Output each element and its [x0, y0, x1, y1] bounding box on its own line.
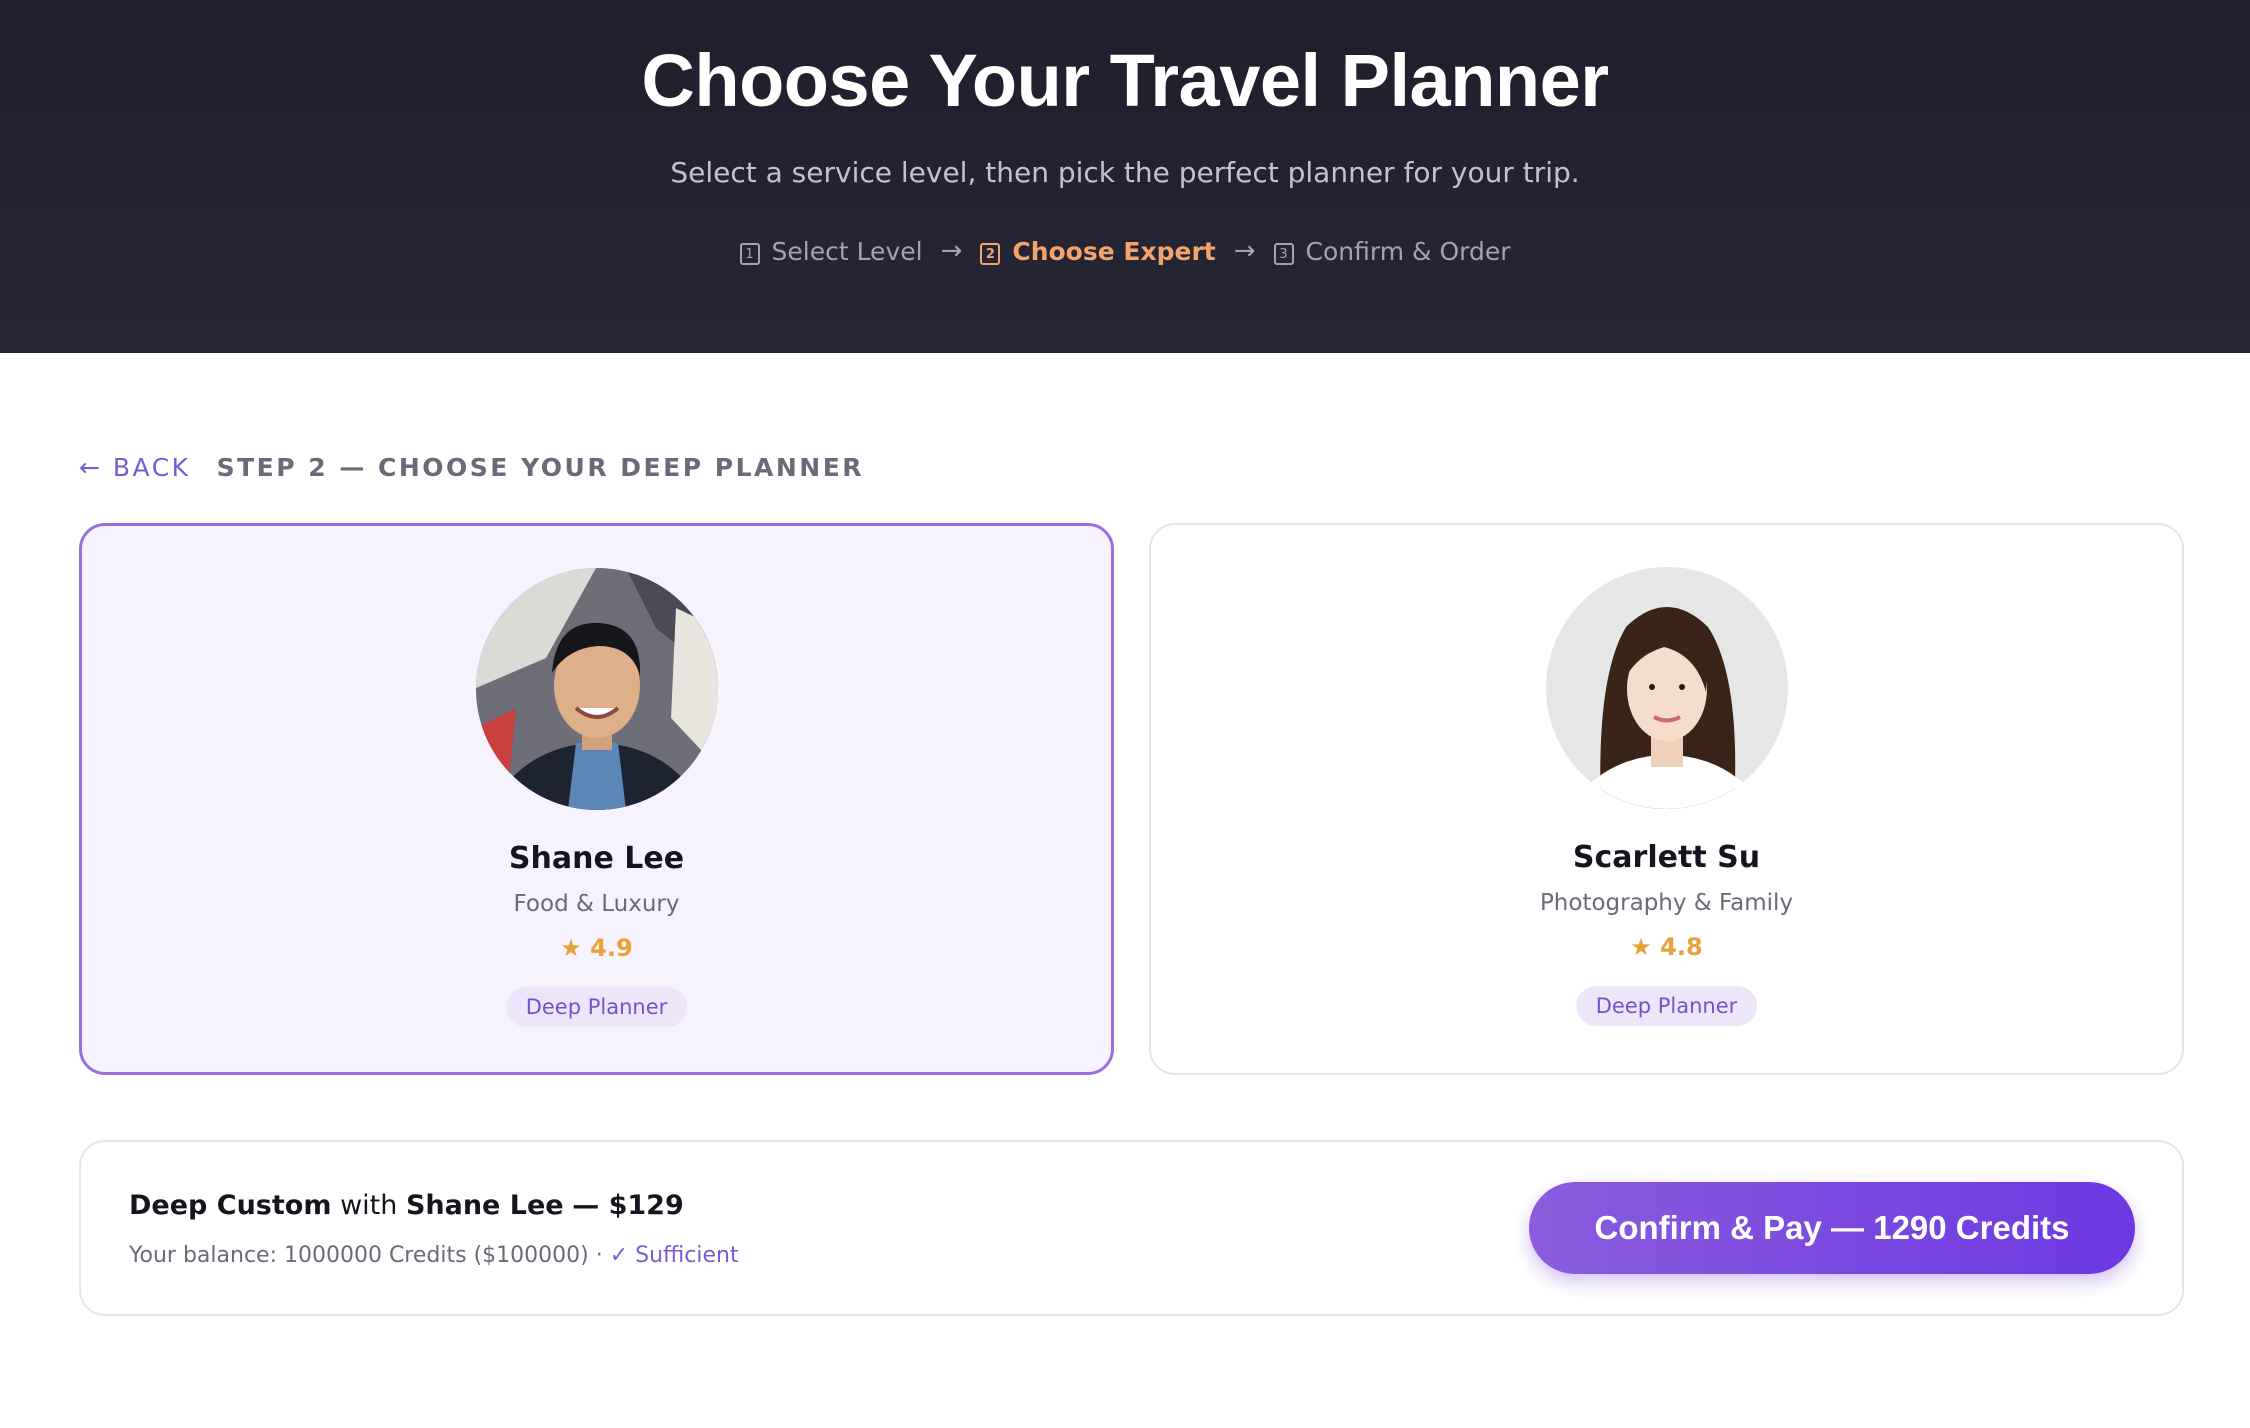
- page-title: Choose Your Travel Planner: [641, 39, 1609, 122]
- order-price: — $129: [572, 1190, 684, 1221]
- arrow-right-icon: →: [1233, 236, 1256, 266]
- confirm-pay-button[interactable]: Confirm & Pay — 1290 Credits: [1529, 1182, 2135, 1274]
- step-indicator: 1 Select Level → 2 Choose Expert → 3 Con…: [0, 236, 2250, 266]
- balance-text: Your balance: 1000000 Credits ($100000) …: [129, 1243, 603, 1268]
- step-nav: ← BACK STEP 2 — CHOOSE YOUR DEEP PLANNER: [79, 453, 864, 482]
- step-confirm-order: 3 Confirm & Order: [1273, 236, 1511, 266]
- balance-status: ✓ Sufficient: [609, 1243, 739, 1268]
- planner-specialty: Photography & Family: [1539, 890, 1794, 916]
- planner-tier-badge: Deep Planner: [505, 987, 688, 1027]
- step-heading: STEP 2 — CHOOSE YOUR DEEP PLANNER: [216, 453, 865, 482]
- page-subtitle: Select a service level, then pick the pe…: [670, 156, 1580, 189]
- step-label: Choose Expert: [1012, 236, 1216, 266]
- planner-specialty: Food & Luxury: [513, 891, 680, 917]
- avatar: [475, 568, 718, 810]
- step-number-3: 3: [1273, 243, 1294, 265]
- planner-rating: ★ 4.8: [1630, 933, 1703, 961]
- avatar: [1545, 567, 1788, 809]
- with-word: with: [340, 1190, 398, 1221]
- order-summary: Deep Custom with Shane Lee — $129 Your b…: [79, 1140, 2184, 1316]
- planner-name: Scarlett Su: [1572, 840, 1761, 875]
- step-label: Select Level: [771, 236, 923, 266]
- back-button[interactable]: ← BACK: [79, 453, 191, 482]
- step-label: Confirm & Order: [1305, 236, 1511, 266]
- planner-rating: ★ 4.9: [560, 934, 633, 962]
- service-name: Deep Custom: [129, 1190, 332, 1221]
- planner-tier-badge: Deep Planner: [1575, 986, 1758, 1026]
- step-select-level: 1 Select Level: [739, 236, 923, 266]
- order-summary-line: Deep Custom with Shane Lee — $129: [129, 1190, 684, 1221]
- step-number-1: 1: [739, 243, 760, 265]
- planner-card-scarlett-su[interactable]: Scarlett Su Photography & Family ★ 4.8 D…: [1149, 523, 2184, 1075]
- arrow-right-icon: →: [940, 236, 963, 266]
- page-header: Choose Your Travel Planner Select a serv…: [0, 0, 2250, 353]
- step-number-2: 2: [980, 243, 1001, 265]
- selected-planner-name: Shane Lee: [405, 1190, 564, 1221]
- balance-info: Your balance: 1000000 Credits ($100000) …: [129, 1243, 739, 1268]
- avatar-photo-icon: [475, 568, 718, 810]
- planner-card-shane-lee[interactable]: Shane Lee Food & Luxury ★ 4.9 Deep Plann…: [79, 523, 1114, 1075]
- planner-name: Shane Lee: [508, 841, 685, 876]
- avatar-photo-icon: [1545, 567, 1788, 809]
- step-choose-expert: 2 Choose Expert: [980, 236, 1216, 266]
